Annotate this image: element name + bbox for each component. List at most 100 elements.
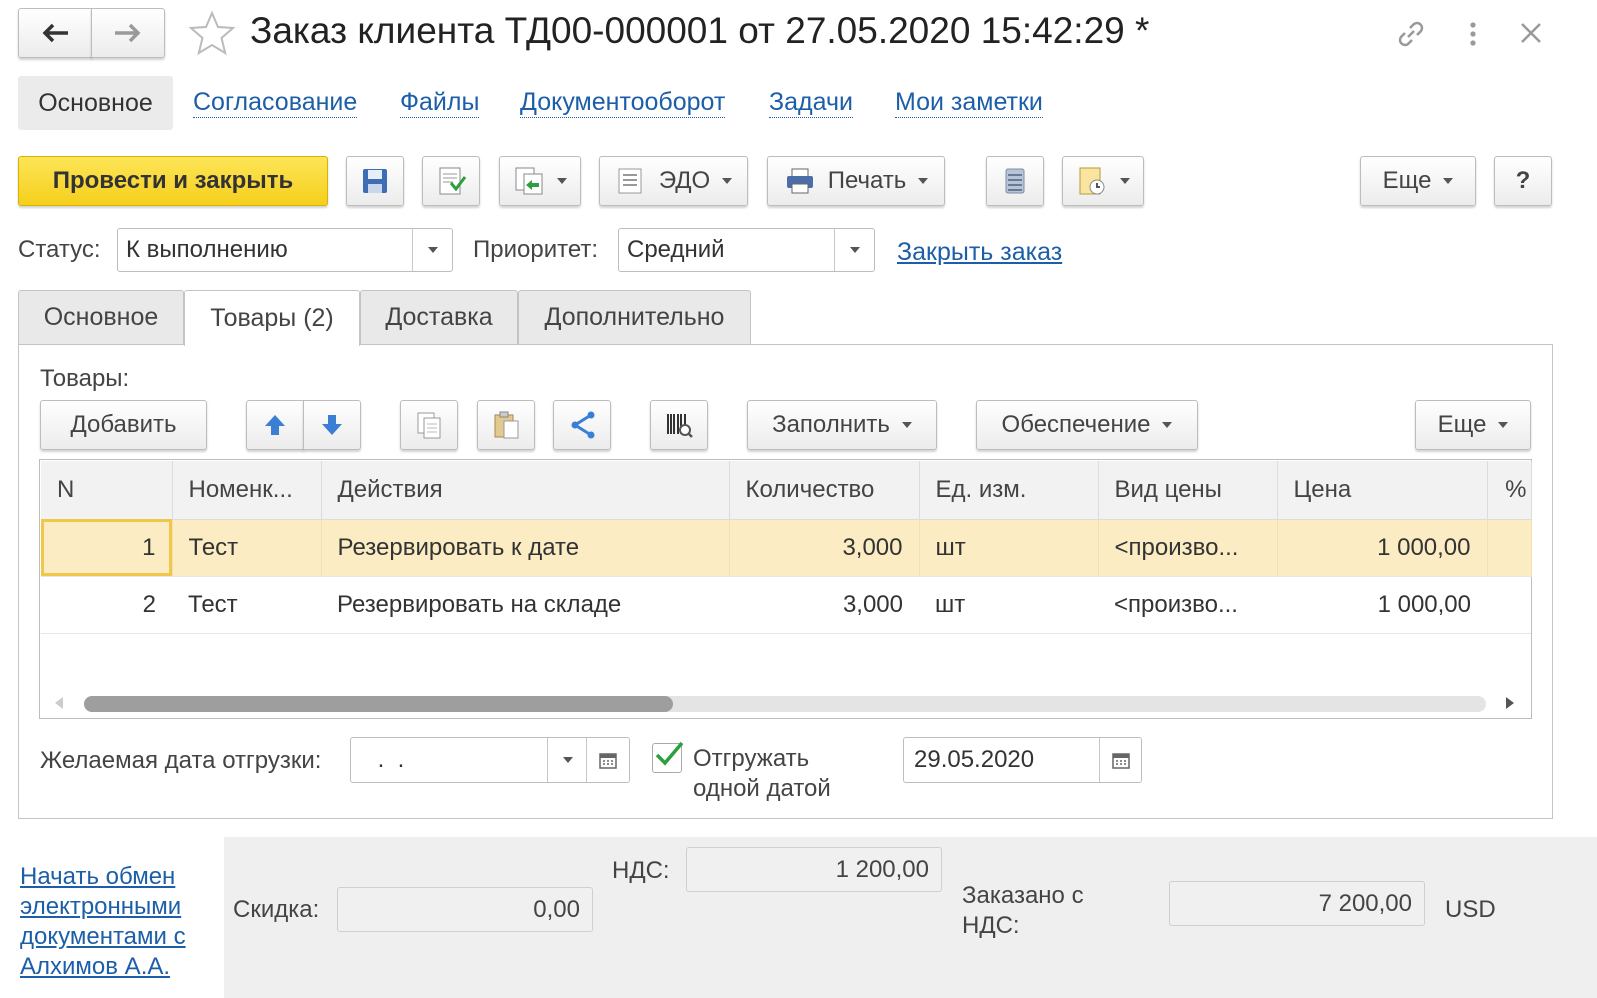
copy-button[interactable]	[400, 400, 458, 450]
goods-caption: Товары:	[40, 365, 130, 392]
forward-button[interactable]	[91, 8, 165, 58]
priority-dropdown-button[interactable]	[834, 229, 874, 271]
desired-date-dropdown-button[interactable]	[547, 738, 587, 782]
ship-date-input[interactable]: 29.05.2020	[903, 737, 1142, 783]
tab-additional[interactable]: Дополнительно	[518, 290, 751, 344]
cell-percent[interactable]	[1487, 576, 1531, 634]
cell-n[interactable]: 1	[41, 519, 173, 577]
ship-date-value: 29.05.2020	[914, 746, 1035, 773]
tab-goods[interactable]: Товары (2)	[184, 290, 360, 346]
close-order-link[interactable]: Закрыть заказ	[897, 238, 1062, 267]
cell-qty[interactable]: 3,000	[729, 576, 919, 634]
barcode-search-button[interactable]	[650, 400, 708, 450]
help-button[interactable]: ?	[1494, 156, 1552, 206]
horizontal-scrollbar-track[interactable]	[84, 696, 1486, 712]
table-row[interactable]: 1 Тест Резервировать к дате 3,000 шт <пр…	[41, 519, 1532, 577]
cell-unit[interactable]: шт	[919, 519, 1099, 577]
cell-item[interactable]: Тест	[172, 576, 321, 634]
attachments-button[interactable]	[1062, 156, 1144, 206]
move-up-button[interactable]	[246, 400, 304, 450]
cell-n[interactable]: 2	[41, 576, 172, 634]
add-row-button[interactable]: Добавить	[40, 400, 207, 450]
fill-label: Заполнить	[772, 411, 890, 438]
col-price-type[interactable]: Вид цены	[1098, 461, 1278, 520]
goods-more-label: Еще	[1437, 411, 1487, 438]
share-icon	[571, 411, 595, 439]
nav-notes[interactable]: Мои заметки	[895, 88, 1043, 118]
post-button[interactable]	[422, 156, 480, 206]
list-icon	[1005, 168, 1025, 194]
col-n[interactable]: N	[41, 461, 173, 520]
table-row[interactable]: 2 Тест Резервировать на складе 3,000 шт …	[41, 576, 1531, 634]
chevron-down-icon	[1498, 422, 1509, 428]
supply-button[interactable]: Обеспечение	[976, 400, 1198, 450]
checkmark-icon	[655, 741, 684, 766]
col-action[interactable]: Действия	[321, 461, 730, 520]
tab-delivery[interactable]: Доставка	[360, 290, 518, 344]
col-price[interactable]: Цена	[1277, 461, 1488, 520]
col-item[interactable]: Номенк...	[172, 461, 322, 520]
edo-link-line-2: электронными	[20, 893, 182, 920]
share-button[interactable]	[553, 400, 611, 450]
goods-more-button[interactable]: Еще	[1415, 400, 1531, 450]
tab-main[interactable]: Основное	[18, 290, 184, 344]
cell-action[interactable]: Резервировать к дате	[321, 519, 730, 577]
nav-docflow[interactable]: Документооборот	[520, 88, 726, 118]
chevron-down-icon	[722, 178, 733, 184]
nav-main[interactable]: Основное	[18, 76, 173, 130]
nav-files[interactable]: Файлы	[400, 88, 480, 118]
document-structure-button[interactable]	[986, 156, 1044, 206]
chevron-down-icon	[849, 247, 860, 253]
edo-button[interactable]: ЭДО	[599, 156, 748, 206]
ship-one-date-checkbox[interactable]	[652, 741, 684, 773]
desired-date-value: . .	[371, 746, 405, 773]
col-qty[interactable]: Количество	[729, 461, 920, 520]
ship-date-calendar-button[interactable]	[1099, 738, 1141, 782]
status-select[interactable]: К выполнению	[117, 228, 453, 272]
vat-value: 1 200,00	[835, 855, 929, 883]
priority-select[interactable]: Средний	[618, 228, 875, 272]
horizontal-scrollbar-thumb[interactable]	[84, 696, 673, 712]
paste-button[interactable]	[477, 400, 535, 450]
cell-price-type[interactable]: <произво...	[1098, 519, 1278, 577]
cell-price[interactable]: 1 000,00	[1277, 576, 1487, 634]
create-based-on-button[interactable]	[499, 156, 581, 206]
status-label: Статус:	[18, 236, 101, 263]
desired-date-calendar-button[interactable]	[586, 738, 629, 782]
back-button[interactable]	[18, 8, 92, 58]
status-dropdown-button[interactable]	[412, 229, 452, 271]
link-icon[interactable]	[1393, 16, 1429, 57]
cell-action[interactable]: Резервировать на складе	[321, 576, 729, 634]
more-button[interactable]: Еще	[1360, 156, 1476, 206]
scroll-right-arrow[interactable]	[1506, 697, 1514, 709]
cell-unit[interactable]: шт	[919, 576, 1098, 634]
more-menu-icon[interactable]	[1465, 20, 1481, 55]
cell-price[interactable]: 1 000,00	[1277, 519, 1488, 577]
close-icon[interactable]	[1518, 20, 1544, 51]
cell-price-type[interactable]: <произво...	[1098, 576, 1277, 634]
scroll-left-arrow[interactable]	[55, 697, 63, 709]
move-down-button[interactable]	[303, 400, 361, 450]
nav-approval[interactable]: Согласование	[193, 88, 358, 118]
nav-tasks[interactable]: Задачи	[769, 88, 853, 118]
cell-qty[interactable]: 3,000	[729, 519, 920, 577]
floppy-icon	[363, 169, 387, 193]
cell-item[interactable]: Тест	[172, 519, 322, 577]
post-and-close-label: Провести и закрыть	[52, 167, 294, 194]
discount-label: Скидка:	[233, 896, 320, 923]
desired-date-input[interactable]: . .	[350, 737, 630, 783]
post-document-icon	[439, 167, 467, 195]
col-percent[interactable]: %	[1487, 461, 1532, 520]
col-unit[interactable]: Ед. изм.	[919, 461, 1099, 520]
chevron-down-icon	[1120, 178, 1130, 184]
print-button[interactable]: Печать	[767, 156, 945, 206]
cell-percent[interactable]	[1487, 519, 1532, 577]
tab-main-label: Основное	[43, 303, 159, 331]
edo-exchange-link[interactable]: Начать обмен электронными документами с …	[20, 862, 186, 982]
fill-button[interactable]: Заполнить	[747, 400, 937, 450]
ordered-with-vat-label-1: Заказано с	[962, 882, 1084, 909]
save-button[interactable]	[346, 156, 404, 206]
post-and-close-button[interactable]: Провести и закрыть	[18, 156, 328, 206]
favorite-star-icon[interactable]	[188, 10, 236, 61]
goods-table: N Номенк... Действия Количество Ед. изм.…	[41, 461, 1532, 634]
